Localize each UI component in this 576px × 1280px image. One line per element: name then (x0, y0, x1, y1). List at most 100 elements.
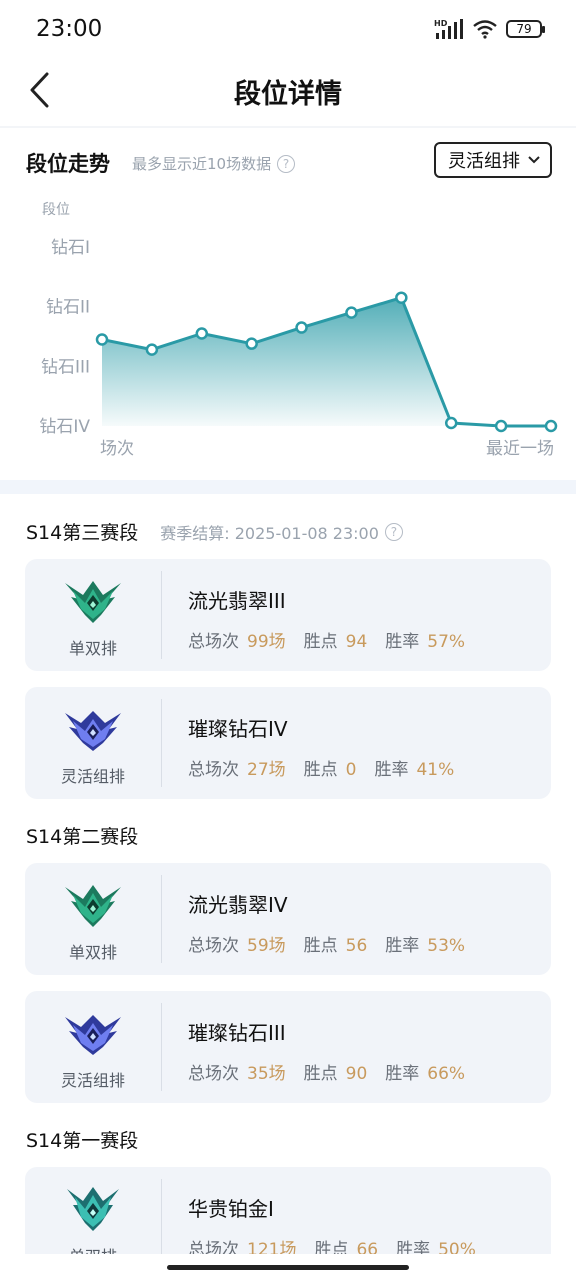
rank-badge: 灵活组排 (25, 991, 161, 1103)
season-settle: 赛季结算: 2025-01-08 23:00 ? (160, 520, 403, 544)
rank-badge: 单双排 (25, 863, 161, 975)
rank-name: 流光翡翠IV (188, 893, 288, 917)
diamond-emblem-icon (65, 1015, 121, 1055)
rank-stats: 总场次 35场 胜点 90 胜率 66% (188, 1059, 465, 1084)
diamond-emblem-icon (65, 711, 121, 751)
lp-value: 90 (345, 1064, 368, 1084)
lp-label: 胜点 (303, 760, 338, 780)
lp-value: 0 (345, 760, 357, 780)
y-tick-label: 钻石I (51, 238, 90, 258)
lp-stat: 胜点 0 (304, 755, 357, 780)
winrate-stat: 胜率 57% (385, 627, 465, 652)
season-name: S14第一赛段 (26, 1130, 139, 1152)
status-time: 23:00 (36, 16, 103, 42)
winrate-stat: 胜率 66% (385, 1059, 465, 1084)
trend-header: 段位走势 最多显示近10场数据 ? 灵活组排 (26, 142, 552, 182)
card-divider (161, 875, 162, 963)
help-icon[interactable]: ? (384, 522, 403, 541)
rank-name: 璀璨钻石IV (188, 717, 288, 741)
y-tick-label: 钻石II (46, 298, 90, 318)
lp-value: 56 (345, 936, 368, 956)
status-icons: HD 79 (434, 18, 545, 40)
season-title: S14第二赛段 (26, 822, 138, 849)
lp-label: 胜点 (303, 936, 338, 956)
chart-point (444, 416, 458, 430)
trend-title: 段位走势 (26, 152, 110, 176)
platinum-emblem-icon (67, 1187, 119, 1231)
battery-level: 79 (516, 22, 532, 36)
chart-point (145, 343, 159, 356)
rank-badge: 灵活组排 (25, 687, 161, 799)
queue-mode-select[interactable]: 灵活组排 (434, 142, 552, 178)
winrate-value: 57% (427, 632, 466, 652)
battery-icon: 79 (506, 20, 545, 38)
season-title: S14第三赛段 赛季结算: 2025-01-08 23:00 ? (26, 518, 403, 545)
nav-bar: 段位详情 (0, 60, 576, 124)
rank-name: 璀璨钻石III (188, 1021, 286, 1045)
queue-label: 单双排 (68, 639, 117, 658)
rank-stats: 总场次 27场 胜点 0 胜率 41% (188, 755, 454, 780)
winrate-value: 41% (416, 760, 455, 780)
x-axis-start-label: 场次 (100, 439, 134, 459)
home-indicator[interactable] (167, 1265, 409, 1270)
rank-card[interactable]: 灵活组排 璀璨钻石IV 总场次 27场 胜点 0 胜率 41% (25, 687, 551, 799)
rank-trend-chart: 段位 钻石I 钻石II 钻石III 钻石IV 场次 最近一场 (0, 190, 576, 470)
trend-subtitle-text: 最多显示近10场数据 (132, 155, 272, 173)
games-label: 总场次 (188, 760, 239, 780)
x-axis-end-label: 最近一场 (486, 439, 554, 459)
games-stat: 总场次 27场 (188, 755, 286, 780)
rank-card[interactable]: 单双排 流光翡翠III 总场次 99场 胜点 94 胜率 57% (25, 559, 551, 671)
season-name: S14第三赛段 (26, 522, 139, 544)
games-label: 总场次 (188, 1064, 239, 1084)
queue-mode-label: 灵活组排 (448, 151, 520, 172)
lp-label: 胜点 (303, 632, 338, 652)
chart-point (494, 419, 508, 433)
games-stat: 总场次 59场 (188, 931, 286, 956)
page-title: 段位详情 (234, 79, 342, 110)
y-tick-label: 钻石III (41, 357, 90, 377)
games-value: 27场 (247, 760, 286, 780)
winrate-stat: 胜率 53% (385, 931, 465, 956)
chart-point (195, 327, 209, 340)
rank-card[interactable]: 单双排 流光翡翠IV 总场次 59场 胜点 56 胜率 53% (25, 863, 551, 975)
chart-point (544, 419, 558, 433)
winrate-label: 胜率 (374, 760, 409, 780)
queue-label: 单双排 (68, 943, 117, 962)
card-divider (161, 699, 162, 787)
y-tick-label: 钻石IV (39, 417, 90, 437)
winrate-stat: 胜率 41% (374, 755, 454, 780)
winrate-value: 66% (427, 1064, 466, 1084)
signal-icon: HD (434, 19, 463, 39)
rank-name: 华贵铂金I (188, 1197, 274, 1221)
help-icon[interactable]: ? (277, 154, 296, 173)
queue-label: 灵活组排 (60, 1071, 125, 1090)
chevron-down-icon (528, 156, 540, 164)
games-label: 总场次 (188, 632, 239, 652)
games-value: 59场 (247, 936, 286, 956)
rank-card[interactable]: 灵活组排 璀璨钻石III 总场次 35场 胜点 90 胜率 66% (25, 991, 551, 1103)
rank-stats: 总场次 99场 胜点 94 胜率 57% (188, 627, 465, 652)
winrate-label: 胜率 (385, 632, 420, 652)
season-title: S14第一赛段 (26, 1126, 138, 1153)
rank-badge: 单双排 (25, 559, 161, 671)
winrate-label: 胜率 (385, 936, 420, 956)
card-divider (161, 1003, 162, 1091)
games-value: 99场 (247, 632, 286, 652)
lp-stat: 胜点 94 (304, 627, 368, 652)
y-axis-title: 段位 (42, 202, 70, 218)
games-value: 35场 (247, 1064, 286, 1084)
lp-value: 94 (345, 632, 368, 652)
winrate-value: 53% (427, 936, 466, 956)
chart-area (102, 297, 551, 426)
emerald-emblem-icon (65, 885, 121, 927)
chart-point (395, 291, 408, 304)
games-label: 总场次 (188, 936, 239, 956)
lp-label: 胜点 (303, 1064, 338, 1084)
season-settle-text: 赛季结算: 2025-01-08 23:00 (160, 523, 379, 543)
card-divider (161, 571, 162, 659)
chart-point (245, 337, 258, 350)
season-name: S14第二赛段 (26, 826, 139, 848)
wifi-icon (473, 20, 497, 39)
svg-text:HD: HD (434, 19, 448, 28)
trend-subtitle: 最多显示近10场数据 ? (132, 153, 296, 174)
